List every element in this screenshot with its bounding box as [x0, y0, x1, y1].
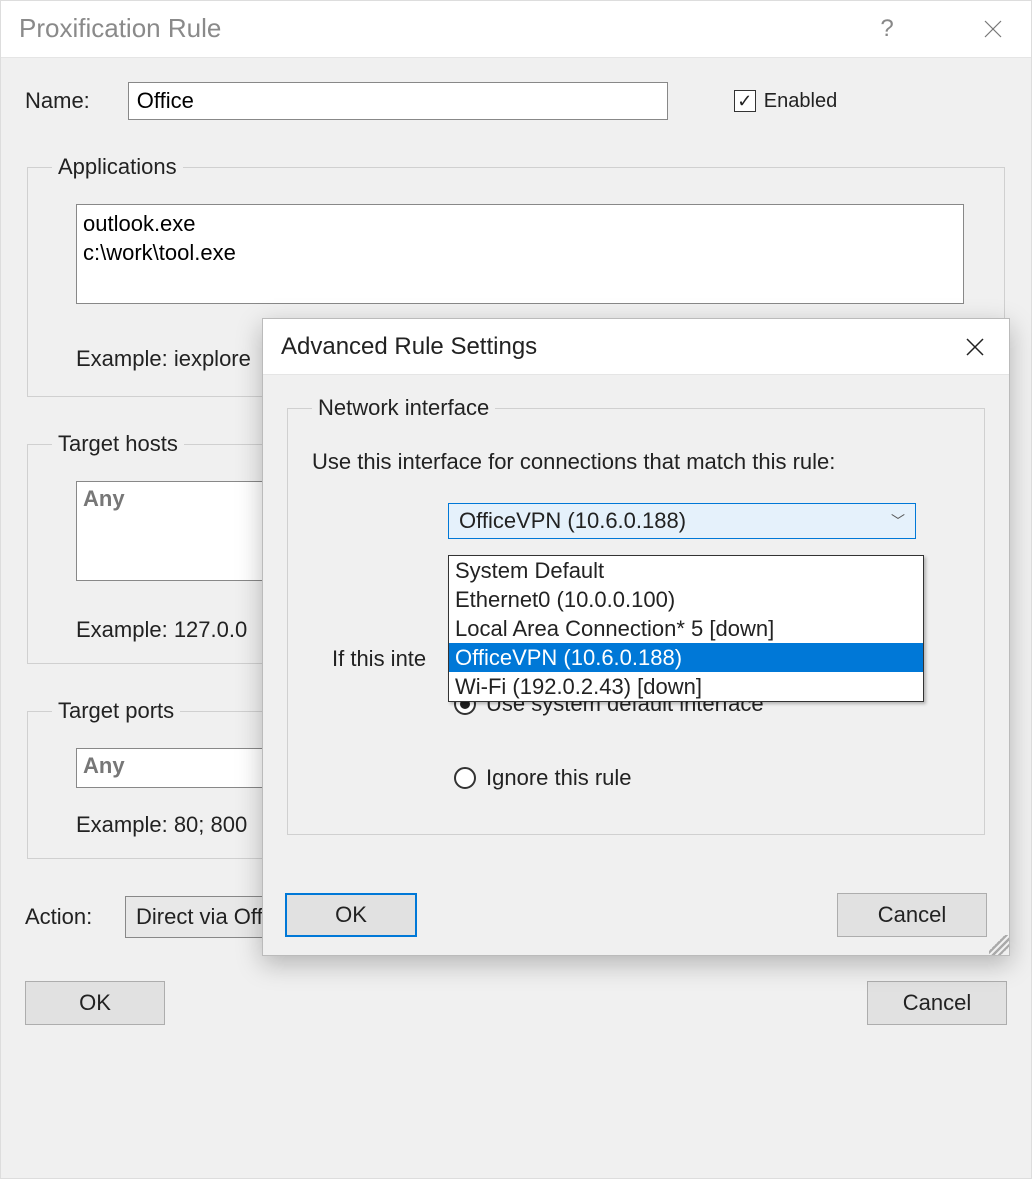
close-icon	[965, 337, 985, 357]
modal-close-button[interactable]	[959, 331, 991, 363]
dropdown-option[interactable]: Ethernet0 (10.0.0.100)	[449, 585, 923, 614]
applications-input[interactable]	[76, 204, 964, 304]
network-interface-legend: Network interface	[312, 395, 495, 421]
name-label: Name:	[25, 88, 90, 114]
interface-dropdown-list: System Default Ethernet0 (10.0.0.100) Lo…	[448, 555, 924, 702]
name-input[interactable]	[128, 82, 668, 120]
interface-select[interactable]: OfficeVPN (10.6.0.188) ﹀	[448, 503, 916, 539]
enabled-checkbox[interactable]: ✓ Enabled	[734, 90, 837, 113]
interface-selected-value: OfficeVPN (10.6.0.188)	[459, 508, 686, 534]
target-hosts-legend: Target hosts	[52, 431, 184, 457]
interface-instruction: Use this interface for connections that …	[312, 449, 960, 475]
applications-legend: Applications	[52, 154, 183, 180]
close-button[interactable]	[973, 9, 1013, 49]
network-interface-group: Network interface Use this interface for…	[287, 395, 985, 835]
modal-titlebar: Advanced Rule Settings	[263, 319, 1009, 375]
modal-ok-button[interactable]: OK	[285, 893, 417, 937]
target-ports-legend: Target ports	[52, 698, 180, 724]
dropdown-option-selected[interactable]: OfficeVPN (10.6.0.188)	[449, 643, 923, 672]
close-icon	[983, 19, 1003, 39]
resize-gripper[interactable]	[989, 935, 1009, 955]
action-label: Action:	[25, 904, 125, 930]
modal-buttons: OK Cancel	[285, 893, 987, 937]
dialog-buttons: OK Cancel	[25, 981, 1007, 1025]
if-unavailable-label: If this inte	[332, 646, 426, 672]
dropdown-option[interactable]: Wi-Fi (192.0.2.43) [down]	[449, 672, 923, 701]
radio-ignore-label: Ignore this rule	[486, 765, 632, 791]
help-button[interactable]: ?	[867, 9, 907, 49]
ok-button[interactable]: OK	[25, 981, 165, 1025]
radio-ignore-rule[interactable]: Ignore this rule	[454, 765, 632, 791]
enabled-label: Enabled	[764, 90, 837, 113]
window-title: Proxification Rule	[19, 13, 867, 44]
dropdown-option[interactable]: System Default	[449, 556, 923, 585]
modal-cancel-button[interactable]: Cancel	[837, 893, 987, 937]
name-row: Name: ✓ Enabled	[25, 82, 1007, 120]
chevron-down-icon: ﹀	[891, 511, 905, 531]
dropdown-option[interactable]: Local Area Connection* 5 [down]	[449, 614, 923, 643]
modal-content: Network interface Use this interface for…	[263, 375, 1009, 955]
titlebar: Proxification Rule ?	[1, 1, 1031, 56]
radio-icon	[454, 767, 476, 789]
cancel-button[interactable]: Cancel	[867, 981, 1007, 1025]
checkbox-box: ✓	[734, 90, 756, 112]
modal-title: Advanced Rule Settings	[281, 333, 959, 361]
advanced-rule-settings-dialog: Advanced Rule Settings Network interface…	[262, 318, 1010, 956]
